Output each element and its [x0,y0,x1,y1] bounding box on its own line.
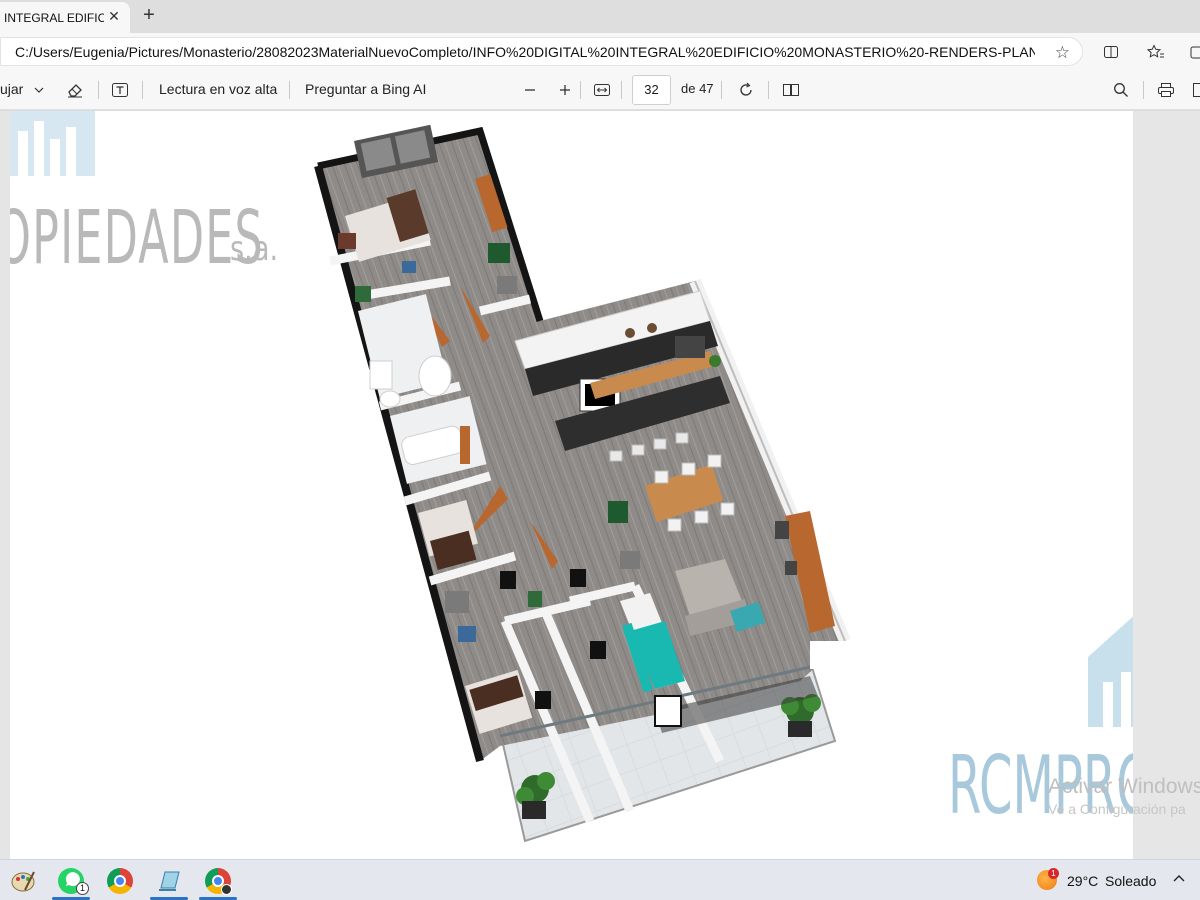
page-view-icon[interactable] [780,79,802,101]
ask-bing-button[interactable]: Preguntar a Bing AI [305,81,426,97]
address-bar[interactable]: C:/Users/Eugenia/Pictures/Monasterio/280… [0,37,1083,66]
save-icon[interactable] [1188,79,1200,101]
watermark-suffix: s.a. [230,229,279,269]
watermark-text-left: OPIEDADES [10,195,264,281]
collections-icon[interactable] [1186,41,1200,63]
page-number-input[interactable]: 32 [632,75,671,105]
document-app-icon[interactable] [156,868,182,894]
read-aloud-button[interactable]: Lectura en voz alta [159,81,277,97]
zoom-in-icon[interactable] [554,79,576,101]
pdf-page: OPIEDADES s.a. RCMPR [10,111,1133,859]
weather-alert-badge: 1 [1048,868,1059,879]
tab-close-icon[interactable]: ✕ [106,8,122,24]
separator [768,81,769,99]
rotate-icon[interactable] [735,79,757,101]
activate-windows-subtitle: Ve a Configuración pa [1048,801,1186,817]
zoom-out-icon[interactable] [519,79,541,101]
address-bar-row: C:/Users/Eugenia/Pictures/Monasterio/280… [0,33,1200,70]
address-url[interactable]: C:/Users/Eugenia/Pictures/Monasterio/280… [15,44,1035,60]
separator [580,81,581,99]
search-icon[interactable] [1110,79,1132,101]
building-logo-watermark-icon [1088,616,1133,727]
tab-title: INTEGRAL EDIFICIO [4,10,104,25]
new-tab-button[interactable]: + [138,4,160,26]
pdf-toolbar: ujar Lectura en voz alta Preguntar a Bin… [0,70,1200,110]
split-screen-icon[interactable] [1100,41,1122,63]
weather-temperature[interactable]: 29°C [1067,873,1098,889]
activate-windows-title: Activar Windows [1048,775,1200,798]
eraser-icon[interactable] [64,79,86,101]
tab-strip: INTEGRAL EDIFICIO ✕ + [0,0,1200,33]
chevron-down-icon[interactable] [28,79,50,101]
pdf-viewer[interactable]: OPIEDADES s.a. RCMPR Activar Windows Ve … [0,111,1200,859]
floor-plan-render [314,124,851,843]
text-box-icon[interactable] [109,79,131,101]
fit-page-icon[interactable] [591,79,613,101]
tab-active[interactable]: INTEGRAL EDIFICIO ✕ [0,2,130,33]
separator [98,81,99,99]
separator [721,81,722,99]
favorites-icon[interactable] [1145,41,1167,63]
weather-condition[interactable]: Soleado [1105,873,1156,889]
separator [621,81,622,99]
favorite-star-icon[interactable]: ☆ [1055,43,1070,63]
taskbar: 1 1 29°C Soleado [0,859,1200,900]
tray-chevron-up-icon[interactable] [1172,870,1186,887]
draw-button[interactable]: ujar [0,81,23,97]
separator [289,81,290,99]
print-icon[interactable] [1155,79,1177,101]
separator [142,81,143,99]
separator [1143,81,1144,99]
chrome-profile-icon[interactable] [205,868,232,895]
building-logo-watermark-icon [10,111,95,176]
viewer-scroll-area[interactable] [1133,111,1200,859]
paint-app-icon[interactable] [10,868,36,894]
chrome-icon[interactable] [107,868,133,894]
whatsapp-badge: 1 [76,882,89,895]
total-pages-label: de 47 [681,81,714,96]
